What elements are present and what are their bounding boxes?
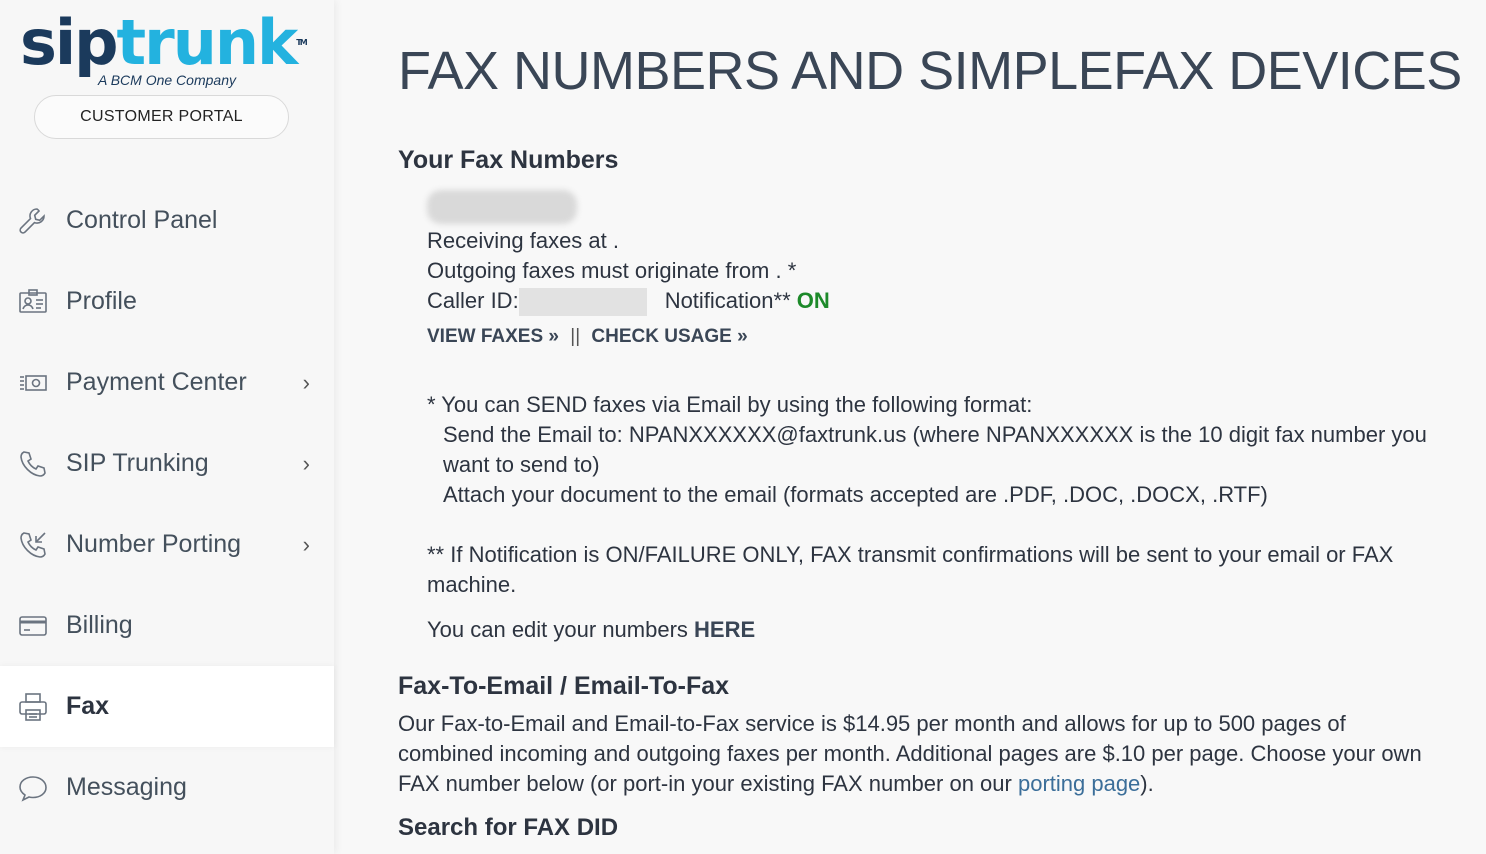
sidebar-item-messaging[interactable]: Messaging xyxy=(0,747,334,828)
siptrunk-logo[interactable]: siptrunkTM A BCM One Company xyxy=(20,12,320,92)
sidebar-item-label: Fax xyxy=(66,692,110,720)
credit-card-icon xyxy=(16,609,50,643)
outgoing-text: Outgoing faxes must originate from . * xyxy=(427,258,797,283)
caller-id-row: Caller ID: Notification** ON xyxy=(427,286,1467,317)
view-faxes-link[interactable]: VIEW FAXES » xyxy=(427,326,559,347)
phone-icon xyxy=(16,447,50,481)
check-usage-link[interactable]: CHECK USAGE » xyxy=(591,326,747,347)
phone-incoming-icon xyxy=(16,528,50,562)
sidebar-item-profile[interactable]: Profile xyxy=(0,261,334,342)
logo-sip-text: sip xyxy=(20,6,119,79)
caller-id-label: Caller ID: xyxy=(427,288,519,313)
notif-note-1: ** If Notification is ON/FAILURE ONLY, F… xyxy=(427,542,1394,568)
sidebar-item-label: Billing xyxy=(66,611,133,639)
desc-line-1: Our Fax-to-Email and Email-to-Fax servic… xyxy=(398,711,1346,736)
receiving-text: Receiving faxes at . xyxy=(427,228,619,253)
redacted-caller-id xyxy=(518,288,647,317)
chevron-right-icon[interactable]: › xyxy=(303,532,310,558)
customer-portal-badge[interactable]: CUSTOMER PORTAL xyxy=(34,95,289,139)
send-note-2: Send the Email to: NPANXXXXXX@faxtrunk.u… xyxy=(443,422,1427,448)
printer-icon xyxy=(16,690,50,724)
your-fax-numbers-heading: Your Fax Numbers xyxy=(398,146,619,174)
notification-label: Notification** xyxy=(664,288,791,313)
sidebar-item-fax[interactable]: Fax xyxy=(0,666,334,747)
desc-line-2: combined incoming and outgoing faxes per… xyxy=(398,741,1422,766)
cash-icon xyxy=(16,366,50,400)
edit-numbers-link[interactable]: HERE xyxy=(694,617,755,642)
id-card-icon xyxy=(16,285,50,319)
sidebar-item-label: Control Panel xyxy=(66,206,218,234)
logo-trunk-text: trunk xyxy=(116,6,299,79)
sidebar-item-payment-center[interactable]: Payment Center › xyxy=(0,342,334,423)
wrench-icon xyxy=(16,204,50,238)
porting-page-link[interactable]: porting page xyxy=(1018,771,1140,796)
chat-bubble-icon xyxy=(16,771,50,805)
notif-note-2: machine. xyxy=(427,572,517,598)
redacted-fax-number xyxy=(427,190,577,224)
fax-email-description: Our Fax-to-Email and Email-to-Fax servic… xyxy=(398,709,1468,799)
link-separator: || xyxy=(570,326,581,348)
page-title: FAX NUMBERS AND SIMPLEFAX DEVICES xyxy=(398,41,1462,101)
edit-numbers-text: You can edit your numbers xyxy=(427,617,688,643)
chevron-right-icon[interactable]: › xyxy=(303,451,310,477)
notification-note: ** If Notification is ON/FAILURE ONLY, F… xyxy=(427,540,1467,600)
edit-numbers-row: You can edit your numbers HERE xyxy=(427,615,1467,645)
sidebar: siptrunkTM A BCM One Company CUSTOMER PO… xyxy=(0,0,334,854)
sidebar-item-label: Messaging xyxy=(66,773,187,801)
logo-wordmark: siptrunkTM xyxy=(20,12,320,74)
send-note-3: want to send to) xyxy=(443,452,600,478)
sidebar-item-label: Payment Center xyxy=(66,368,247,396)
send-note-4: Attach your document to the email (forma… xyxy=(443,482,1268,508)
sidebar-item-billing[interactable]: Billing xyxy=(0,585,334,666)
send-note-1: * You can SEND faxes via Email by using … xyxy=(427,392,1033,418)
sidebar-nav: Control Panel Profile Payment Center › S… xyxy=(0,180,334,828)
sidebar-item-label: SIP Trunking xyxy=(66,449,209,477)
logo-tm: TM xyxy=(296,38,308,47)
logo-tagline: A BCM One Company xyxy=(98,72,236,88)
desc-line-3: FAX number below (or port-in your existi… xyxy=(398,769,1468,799)
sidebar-item-label: Number Porting xyxy=(66,530,242,558)
sidebar-item-label: Profile xyxy=(66,287,137,315)
desc-line-3-suffix: ). xyxy=(1140,771,1154,796)
sidebar-item-control-panel[interactable]: Control Panel xyxy=(0,180,334,261)
notification-status: ON xyxy=(796,288,830,313)
search-fax-did-heading: Search for FAX DID xyxy=(398,814,619,841)
fax-number-card: Receiving faxes at . Outgoing faxes must… xyxy=(427,190,1467,645)
fax-to-email-heading: Fax-To-Email / Email-To-Fax xyxy=(398,672,730,700)
chevron-right-icon[interactable]: › xyxy=(303,370,310,396)
desc-line-3-prefix: FAX number below (or port-in your existi… xyxy=(398,771,1012,796)
sidebar-item-number-porting[interactable]: Number Porting › xyxy=(0,504,334,585)
sidebar-item-sip-trunking[interactable]: SIP Trunking › xyxy=(0,423,334,504)
fax-actions: VIEW FAXES » || CHECK USAGE » xyxy=(427,326,1467,348)
send-instructions: * You can SEND faxes via Email by using … xyxy=(427,390,1467,510)
